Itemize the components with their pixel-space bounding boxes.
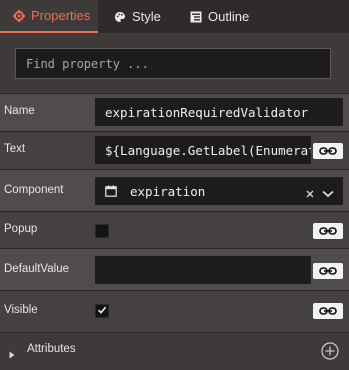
property-row-text: Text ${Language.GetLabel(Enumerato	[0, 131, 349, 169]
link-icon	[319, 302, 337, 320]
attributes-label: Attributes	[27, 343, 76, 355]
tab-properties-label: Properties	[31, 8, 91, 23]
popup-binding-button[interactable]	[313, 223, 343, 239]
outline-icon	[190, 11, 202, 23]
component-value: expiration	[130, 183, 206, 199]
chevron-down-icon[interactable]	[322, 185, 334, 203]
link-icon	[319, 222, 337, 240]
property-row-component: Component expiration	[0, 169, 349, 211]
property-row-popup: Popup	[0, 211, 349, 248]
property-row-default-value: DefaultValue	[0, 248, 349, 290]
link-icon	[319, 262, 337, 280]
tab-bar: Properties Style Outline	[0, 0, 349, 33]
properties-panel: Properties Style Outline Find property .…	[0, 0, 349, 370]
tab-style[interactable]: Style	[98, 0, 180, 33]
property-label-name: Name	[4, 105, 35, 117]
property-label-default-value: DefaultValue	[4, 263, 69, 275]
visible-binding-button[interactable]	[313, 303, 343, 319]
popup-checkbox[interactable]	[95, 224, 109, 238]
checkmark-icon	[97, 302, 107, 320]
tab-style-label: Style	[132, 9, 161, 24]
property-label-visible: Visible	[4, 304, 38, 316]
caret-right-icon[interactable]	[9, 346, 15, 364]
default-value-binding-button[interactable]	[313, 263, 343, 279]
tab-outline[interactable]: Outline	[180, 0, 261, 33]
find-property-input[interactable]	[15, 48, 331, 79]
link-icon	[319, 142, 337, 160]
palette-icon	[114, 11, 126, 23]
text-input[interactable]: ${Language.GetLabel(Enumerato	[95, 136, 311, 164]
search-area	[0, 33, 349, 93]
add-attribute-icon[interactable]	[321, 342, 339, 365]
attributes-section[interactable]: Attributes	[0, 332, 349, 370]
default-value-input[interactable]	[95, 256, 311, 284]
property-row-name: Name expirationRequiredValidator	[0, 93, 349, 131]
visible-checkbox[interactable]	[95, 304, 109, 318]
name-input[interactable]: expirationRequiredValidator	[95, 98, 343, 126]
tab-outline-label: Outline	[208, 9, 250, 24]
tab-properties[interactable]: Properties	[0, 0, 98, 33]
property-label-text: Text	[4, 143, 26, 155]
calendar-icon	[105, 185, 117, 197]
property-label-component: Component	[4, 184, 64, 196]
property-label-popup: Popup	[4, 223, 38, 235]
text-binding-button[interactable]	[313, 143, 343, 159]
gear-icon	[13, 9, 25, 22]
clear-icon[interactable]	[306, 185, 314, 203]
property-row-visible: Visible	[0, 290, 349, 332]
